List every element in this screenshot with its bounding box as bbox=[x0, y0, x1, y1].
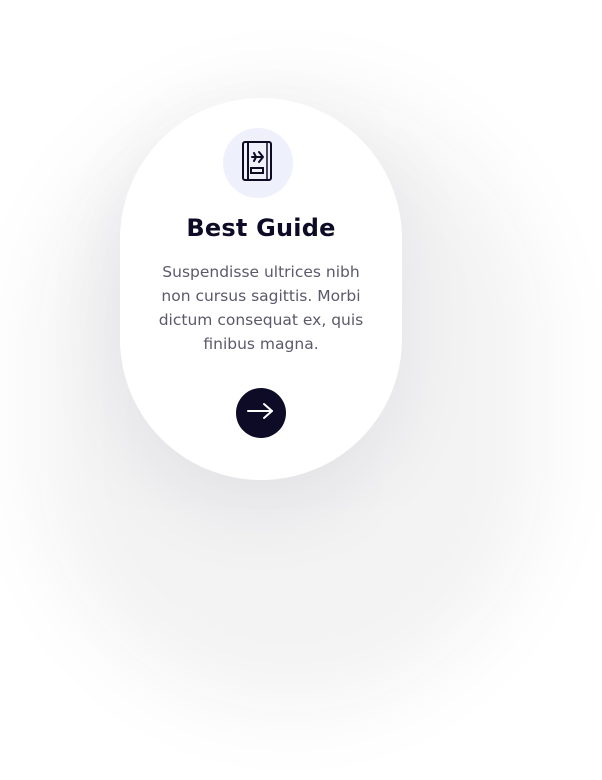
card-description: Suspendisse ultrices nibh non cursus sag… bbox=[158, 263, 364, 353]
book-plane-icon bbox=[240, 140, 276, 187]
icon-badge bbox=[223, 128, 293, 198]
card-arrow-button[interactable] bbox=[236, 388, 286, 438]
arrow-right-icon bbox=[246, 401, 276, 426]
feature-card: Best Guide Suspendisse ultrices nibh non… bbox=[120, 98, 402, 480]
card-title: Best Guide bbox=[186, 214, 336, 242]
